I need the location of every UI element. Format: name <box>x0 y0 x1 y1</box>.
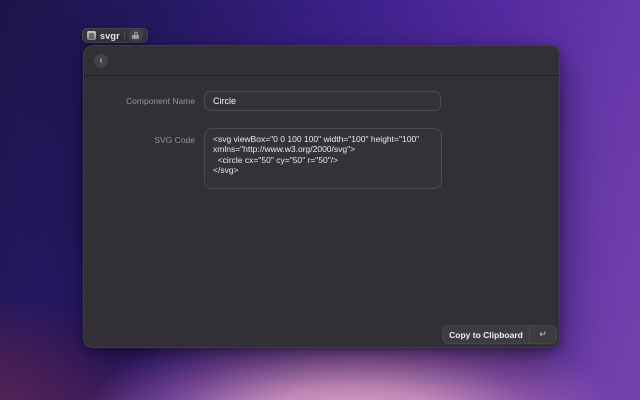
component-name-input[interactable] <box>204 91 441 111</box>
back-button[interactable]: ‹ <box>94 54 108 68</box>
lock-icon <box>132 32 139 39</box>
svg-code-label: SVG Code <box>84 134 195 146</box>
desktop-wallpaper: svgr ‹ Component Name SVG Code <svg view… <box>0 0 640 400</box>
component-name-label: Component Name <box>84 91 195 111</box>
svgr-extension-icon <box>87 31 96 40</box>
copy-to-clipboard-button[interactable]: Copy to Clipboard ↵ <box>442 325 557 344</box>
window-header: ‹ <box>84 46 559 75</box>
extension-tag[interactable]: svgr <box>82 28 148 43</box>
svg-code-textarea[interactable]: <svg viewBox="0 0 100 100" width="100" h… <box>204 128 442 189</box>
extension-name: svgr <box>100 31 120 41</box>
svgr-command-window: ‹ Component Name SVG Code <svg viewBox="… <box>83 45 560 348</box>
lock-button[interactable] <box>129 30 143 41</box>
copy-to-clipboard-label: Copy to Clipboard <box>443 326 529 343</box>
enter-key-icon: ↵ <box>530 326 556 343</box>
chevron-left-icon: ‹ <box>99 56 102 66</box>
header-divider <box>84 75 559 76</box>
pill-divider <box>124 31 125 40</box>
